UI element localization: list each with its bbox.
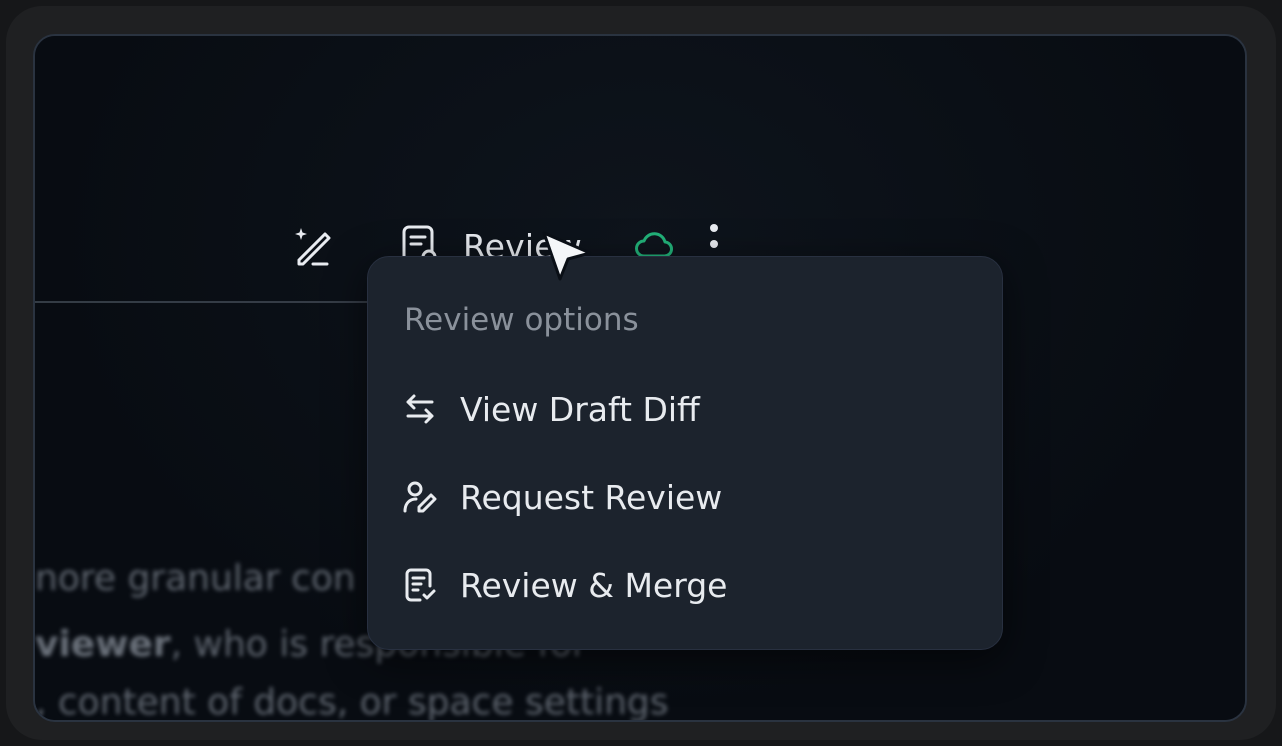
menu-item-review-and-merge[interactable]: Review & Merge <box>402 561 727 609</box>
app-screen: Review nore granular con viewer, who is … <box>33 34 1247 722</box>
user-pencil-icon <box>403 481 437 513</box>
doc-text-line: , content of docs, or space settings <box>35 682 669 722</box>
doc-text-bold: viewer <box>35 624 171 665</box>
document-check-icon <box>405 568 436 602</box>
wand-pencil-icon[interactable] <box>291 224 335 268</box>
toolbar-divider <box>35 301 395 303</box>
review-options-menu: Review options View Draft Diff Request R… <box>367 256 1003 650</box>
menu-item-view-draft-diff[interactable]: View Draft Diff <box>402 385 700 433</box>
menu-item-label: View Draft Diff <box>460 389 700 429</box>
menu-item-label: Request Review <box>460 477 723 517</box>
mouse-cursor-icon <box>542 231 592 281</box>
menu-item-label: Review & Merge <box>460 565 728 605</box>
swap-arrows-icon <box>406 394 434 424</box>
menu-title: Review options <box>404 302 639 338</box>
menu-item-request-review[interactable]: Request Review <box>402 473 722 521</box>
